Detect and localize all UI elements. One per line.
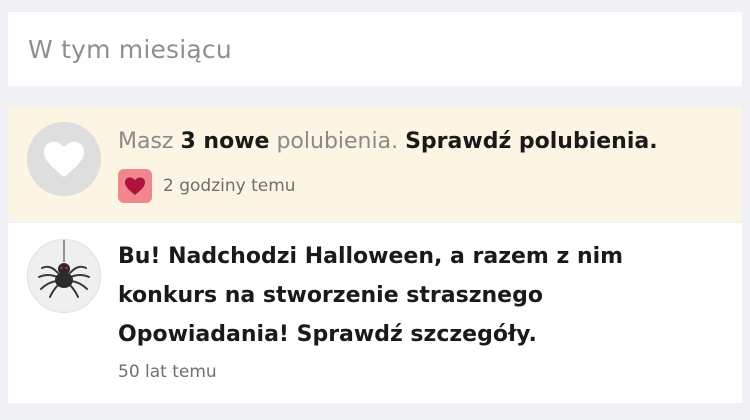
spider-avatar [27, 239, 101, 313]
heart-avatar [27, 122, 101, 196]
notification-announcement[interactable]: Bu! Nadchodzi Halloween, a razem z nim k… [8, 223, 742, 403]
notification-time: 2 godziny temu [163, 176, 296, 196]
notification-time: 50 lat temu [118, 362, 217, 382]
announcement-line-1: Bu! Nadchodzi Halloween, a razem z nim [118, 244, 624, 269]
section-title: W tym miesiącu [28, 34, 232, 64]
announcement-line-3: Opowiadania! Sprawdź szczegóły. [118, 322, 537, 347]
likes-count: 3 nowe [180, 129, 270, 154]
heart-icon [44, 141, 84, 178]
message-middle: polubienia. [269, 129, 406, 154]
like-badge [118, 169, 152, 203]
spider-icon [38, 240, 90, 298]
notification-body: Masz 3 nowe polubienia. Sprawdź polubien… [118, 127, 722, 203]
announcement-line-2: konkurs na stworzenie strasznego [118, 283, 543, 308]
notification-body: Bu! Nadchodzi Halloween, a razem z nim k… [118, 237, 722, 382]
notification-message: Masz 3 nowe polubienia. Sprawdź polubien… [118, 127, 722, 157]
notification-meta: 2 godziny temu [118, 169, 722, 203]
check-likes-link[interactable]: Sprawdź polubienia. [405, 129, 658, 154]
message-prefix: Masz [118, 129, 181, 154]
notification-likes[interactable]: Masz 3 nowe polubienia. Sprawdź polubien… [8, 107, 742, 221]
notification-list: Masz 3 nowe polubienia. Sprawdź polubien… [8, 107, 742, 403]
section-header: W tym miesiącu [8, 12, 742, 86]
heart-icon [125, 177, 145, 196]
